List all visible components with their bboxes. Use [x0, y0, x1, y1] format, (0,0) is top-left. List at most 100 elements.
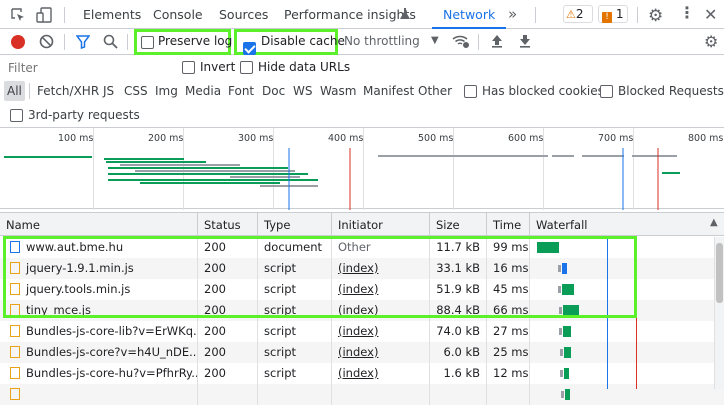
inspect-element-icon[interactable]	[10, 7, 26, 23]
table-row[interactable]: jquery.tools.min.js 200 script (index) 51.9 …	[0, 279, 724, 300]
waterfall-cell	[529, 363, 714, 384]
clear-icon[interactable]	[39, 34, 54, 52]
blocked-cookies-label[interactable]: Has blocked cookies	[482, 80, 604, 102]
tab-elements[interactable]: Elements	[83, 0, 141, 29]
type-wasm[interactable]: Wasm	[320, 80, 356, 102]
more-tabs-button[interactable]: »	[508, 0, 517, 29]
cell-initiator[interactable]: (index)	[338, 303, 378, 317]
waterfall-cell	[529, 321, 714, 342]
invert-label[interactable]: Invert	[200, 60, 235, 74]
type-font[interactable]: Font	[228, 80, 254, 102]
issues-counter[interactable]: ! 1	[598, 5, 628, 23]
preserve-log-checkbox[interactable]	[141, 36, 154, 49]
type-fetch-xhr[interactable]: Fetch/XHR	[37, 80, 99, 102]
table-row[interactable]: jquery-1.9.1.min.js 200 script (index) 33.1 …	[0, 258, 724, 279]
cell-time: 99 ms	[493, 240, 529, 254]
type-css[interactable]: CSS	[124, 80, 148, 102]
table-row[interactable]: Bundles-js-core-lib?v=ErWKq... 200 script (…	[0, 321, 724, 342]
type-media[interactable]: Media	[185, 80, 221, 102]
tab-console[interactable]: Console	[153, 0, 203, 29]
filter-input[interactable]	[4, 58, 174, 78]
export-har-icon[interactable]	[518, 34, 532, 51]
hide-data-urls-checkbox[interactable]	[240, 61, 253, 74]
column-initiator[interactable]: Initiator	[331, 213, 429, 237]
requests-table-body: www.aut.bme.hu 200 document Other 11.7 kB 99 …	[0, 237, 724, 405]
blocked-cookies-checkbox[interactable]	[464, 85, 477, 98]
device-toolbar-icon[interactable]	[35, 6, 53, 24]
disable-cache-label[interactable]: Disable cache	[261, 34, 345, 48]
cell-name: Bundles-js-core-lib?v=ErWKq...	[26, 324, 197, 338]
network-settings-gear-icon[interactable]: ⚙	[704, 32, 718, 51]
type-all[interactable]: All	[4, 81, 25, 101]
cell-time: 27 ms	[493, 324, 529, 338]
cell-initiator[interactable]: (index)	[338, 282, 378, 296]
search-icon[interactable]	[103, 34, 118, 52]
column-size[interactable]: Size	[429, 213, 486, 237]
resource-type-filters: All Fetch/XHR JS CSS Img Media Font Doc …	[0, 80, 724, 102]
record-icon[interactable]	[11, 35, 25, 49]
table-row[interactable]	[0, 384, 724, 405]
blocked-requests-label[interactable]: Blocked Requests	[618, 80, 724, 102]
network-conditions-icon[interactable]	[452, 33, 470, 52]
third-party-checkbox[interactable]	[10, 109, 23, 122]
kebab-menu-icon[interactable]: ⋮	[679, 5, 695, 21]
script-file-icon	[10, 304, 20, 316]
cell-initiator[interactable]: (index)	[338, 345, 378, 359]
type-doc[interactable]: Doc	[262, 80, 285, 102]
tab-sources[interactable]: Sources	[219, 0, 268, 29]
cell-status: 200	[204, 345, 226, 359]
timeline-overview[interactable]: 100 ms 200 ms 300 ms 400 ms 500 ms 600 m…	[0, 127, 724, 210]
divider	[478, 34, 479, 50]
table-row[interactable]: Bundles-js-core-hu?v=PfhrRy... 200 script (…	[0, 363, 724, 384]
waterfall-queue-bar	[558, 286, 561, 293]
blocked-requests-checkbox[interactable]	[600, 85, 613, 98]
disable-cache-checkbox[interactable]	[243, 42, 256, 55]
warnings-counter[interactable]: ⚠2	[563, 5, 593, 23]
type-other[interactable]: Other	[418, 80, 452, 102]
waterfall-cell	[529, 258, 714, 279]
waterfall-cell	[529, 342, 714, 363]
column-time[interactable]: Time	[486, 213, 529, 237]
type-ws[interactable]: WS	[293, 80, 312, 102]
cell-status: 200	[204, 261, 226, 275]
tab-network[interactable]: Network	[432, 0, 507, 29]
column-name[interactable]: Name	[0, 213, 197, 237]
table-row[interactable]: www.aut.bme.hu 200 document Other 11.7 kB 99 …	[0, 237, 724, 258]
sort-ascending-icon[interactable]: ▲	[710, 217, 718, 228]
cell-initiator[interactable]: (index)	[338, 261, 378, 275]
preserve-log-label[interactable]: Preserve log	[158, 34, 232, 48]
settings-gear-icon[interactable]: ⚙	[648, 6, 663, 26]
type-manifest[interactable]: Manifest	[363, 80, 414, 102]
hide-data-urls-label[interactable]: Hide data URLs	[258, 60, 350, 74]
cell-size: 74.0 kB	[436, 324, 480, 338]
cell-size: 11.7 kB	[436, 240, 480, 254]
cell-type: script	[264, 261, 297, 275]
column-waterfall[interactable]: Waterfall	[529, 213, 724, 237]
cell-initiator[interactable]: (index)	[338, 366, 378, 380]
table-row[interactable]: Bundles-js-core?v=h4U_nDE... 200 script (in…	[0, 342, 724, 363]
third-party-label[interactable]: 3rd-party requests	[28, 104, 140, 126]
table-scrollbar[interactable]	[714, 237, 724, 389]
filter-icon[interactable]	[75, 35, 91, 52]
type-img[interactable]: Img	[155, 80, 178, 102]
cell-initiator[interactable]: (index)	[338, 324, 378, 338]
devtools-tab-bar: Elements Console Sources Performance ins…	[0, 0, 724, 29]
throttling-select[interactable]: No throttling	[344, 34, 420, 48]
column-type[interactable]: Type	[257, 213, 331, 237]
overview-graph	[4, 148, 680, 210]
tab-performance-insights[interactable]: Performance insights	[284, 0, 416, 29]
cell-type: script	[264, 366, 297, 380]
waterfall-bar	[562, 263, 567, 274]
type-js[interactable]: JS	[103, 80, 114, 102]
scrollbar-thumb[interactable]	[716, 243, 723, 303]
table-row[interactable]: tiny_mce.js 200 script (index) 88.4 kB 66 ms	[0, 300, 724, 321]
invert-checkbox[interactable]	[182, 61, 195, 74]
cell-time: 25 ms	[493, 345, 529, 359]
column-status[interactable]: Status	[197, 213, 257, 237]
cell-name: jquery-1.9.1.min.js	[26, 261, 134, 275]
waterfall-bar	[562, 284, 574, 295]
chevron-down-icon[interactable]: ▼	[431, 35, 439, 46]
close-icon[interactable]: ✕	[704, 5, 717, 24]
import-har-icon[interactable]	[490, 34, 504, 51]
cell-status: 200	[204, 303, 226, 317]
